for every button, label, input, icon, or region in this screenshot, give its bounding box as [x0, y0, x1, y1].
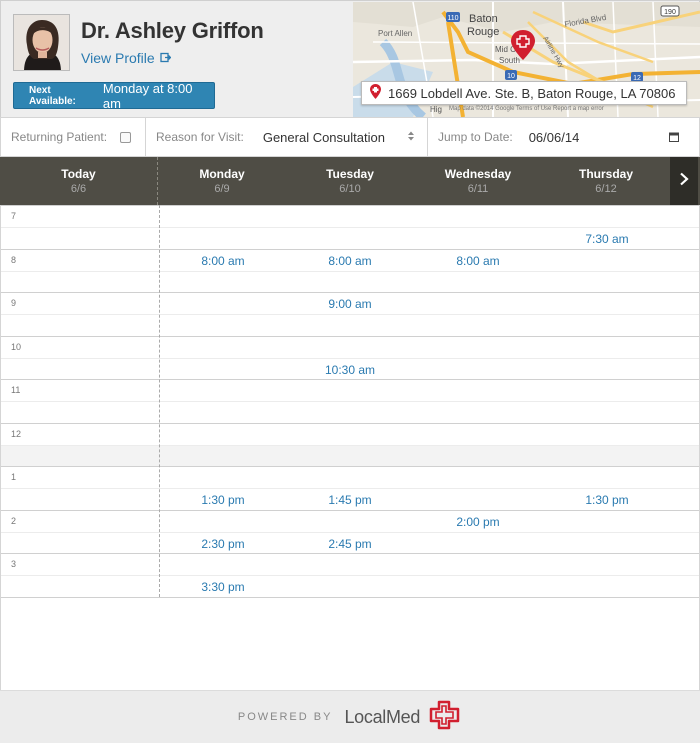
returning-patient-filter: Returning Patient:: [1, 118, 146, 156]
hour-row: 1: [1, 466, 699, 488]
day-header: Today 6/6 Monday 6/9 Tuesday 6/10 Wednes…: [0, 157, 700, 205]
hour-row: 11: [1, 379, 699, 401]
time-slot[interactable]: 7:30 am: [567, 232, 647, 246]
view-profile-link[interactable]: View Profile: [81, 50, 172, 66]
time-slot[interactable]: 8:00 am: [183, 254, 263, 268]
reason-label: Reason for Visit:: [156, 130, 244, 144]
hour-label: 7: [11, 211, 17, 221]
jump-date-filter: Jump to Date: 06/06/14: [428, 118, 699, 156]
doctor-name: Dr. Ashley Griffon: [81, 18, 264, 43]
hour-row: 7: [1, 205, 699, 227]
map-label-us190: 190: [664, 9, 676, 16]
location-pin-icon: [370, 84, 381, 102]
next-available-button[interactable]: Next Available: Monday at 8:00 am: [13, 80, 215, 111]
map-label-port-allen: Port Allen: [378, 29, 412, 38]
time-slot[interactable]: 1:45 pm: [310, 493, 390, 507]
today-divider: [159, 205, 160, 597]
localmed-cross-logo-icon: [428, 700, 462, 735]
map-label-i110: 110: [447, 15, 458, 22]
day-name: Thursday: [578, 167, 633, 181]
time-slot[interactable]: 1:30 pm: [183, 493, 263, 507]
map-address-box: 1669 Lobdell Ave. Ste. B, Baton Rouge, L…: [361, 81, 687, 105]
hour-row: 12: [1, 423, 699, 445]
next-available-label: Next Available:: [29, 84, 76, 107]
hour-label: 8: [11, 255, 17, 265]
map-label-hig: Hig: [430, 105, 442, 114]
select-arrows-icon: [407, 130, 415, 145]
appointment-filters: Returning Patient: Reason for Visit: Gen…: [0, 117, 700, 157]
hour-label: 10: [11, 342, 22, 352]
time-slot[interactable]: 1:30 pm: [567, 493, 647, 507]
lunch-row: [1, 445, 699, 467]
reason-filter: Reason for Visit: General Consultation: [146, 118, 428, 156]
brand-name[interactable]: LocalMed: [344, 707, 420, 728]
day-column-today[interactable]: Today 6/6: [0, 157, 158, 205]
time-slot[interactable]: 2:30 pm: [183, 537, 263, 551]
map-attribution[interactable]: Map data ©2014 Google Terms of Use Repor…: [449, 105, 604, 112]
external-link-icon: [160, 50, 172, 66]
half-hour-row: [1, 575, 699, 597]
day-date: 6/9: [214, 183, 230, 195]
calendar-icon[interactable]: [668, 130, 679, 145]
next-available-value: Monday at 8:00 am: [102, 80, 193, 111]
chevron-right-icon: [679, 172, 689, 191]
next-week-button[interactable]: [670, 157, 698, 205]
map-label-city2: Rouge: [467, 26, 499, 38]
time-slot[interactable]: 2:45 pm: [310, 537, 390, 551]
returning-patient-label: Returning Patient:: [11, 130, 108, 144]
day-date: 6/6: [70, 183, 87, 195]
day-name: Monday: [199, 167, 245, 181]
half-hour-row: [1, 271, 699, 293]
powered-by-label: POWERED BY: [237, 711, 333, 723]
day-column-monday[interactable]: Monday 6/9: [158, 157, 286, 205]
day-date: 6/10: [339, 183, 361, 195]
map-label-south: South: [499, 56, 520, 65]
jump-date-label: Jump to Date:: [438, 130, 513, 144]
hour-row: 3: [1, 553, 699, 575]
returning-patient-checkbox[interactable]: [120, 131, 132, 143]
reason-select-value: General Consultation: [262, 129, 385, 145]
schedule-grid: 7 8 9 10 11 12 1 2 3 7:30 am 8:00 am 8:0…: [0, 205, 700, 690]
hour-row: 10: [1, 336, 699, 358]
doctor-avatar[interactable]: [13, 14, 70, 71]
time-slot[interactable]: 2:00 pm: [438, 515, 518, 529]
view-profile-label: View Profile: [81, 50, 155, 66]
hour-label: 11: [11, 385, 21, 395]
time-slot[interactable]: 8:00 am: [310, 254, 390, 268]
day-column-wednesday[interactable]: Wednesday 6/11: [414, 157, 542, 205]
day-name: Today: [61, 167, 96, 181]
time-slot[interactable]: 9:00 am: [310, 297, 390, 311]
day-name: Wednesday: [444, 167, 512, 181]
provider-header: Dr. Ashley Griffon View Profile Next Ava…: [0, 0, 700, 117]
hour-label: 1: [11, 472, 17, 482]
jump-date-input[interactable]: 06/06/14: [529, 130, 679, 145]
hour-label: 12: [11, 429, 22, 439]
footer: POWERED BY LocalMed: [0, 690, 700, 743]
hour-label: 2: [11, 516, 17, 526]
hour-label: 9: [11, 298, 17, 308]
day-date: 6/11: [467, 183, 489, 195]
hour-label: 3: [11, 559, 17, 569]
hour-row: 2: [1, 510, 699, 532]
half-hour-row: [1, 401, 699, 423]
reason-select[interactable]: General Consultation: [263, 130, 415, 145]
jump-date-value: 06/06/14: [528, 129, 580, 145]
map-address-text: 1669 Lobdell Ave. Ste. B, Baton Rouge, L…: [388, 85, 676, 101]
time-slot[interactable]: 8:00 am: [438, 254, 518, 268]
half-hour-row: [1, 314, 699, 336]
day-column-tuesday[interactable]: Tuesday 6/10: [286, 157, 414, 205]
map-label-city: Baton: [469, 13, 498, 25]
day-name: Tuesday: [326, 167, 374, 181]
time-slot[interactable]: 3:30 pm: [183, 580, 263, 594]
grid-bottom-line: [1, 597, 699, 598]
day-column-thursday[interactable]: Thursday 6/12: [542, 157, 670, 205]
day-date: 6/12: [595, 183, 617, 195]
time-slot[interactable]: 10:30 am: [310, 363, 390, 377]
map-label-i10: 10: [507, 73, 515, 80]
